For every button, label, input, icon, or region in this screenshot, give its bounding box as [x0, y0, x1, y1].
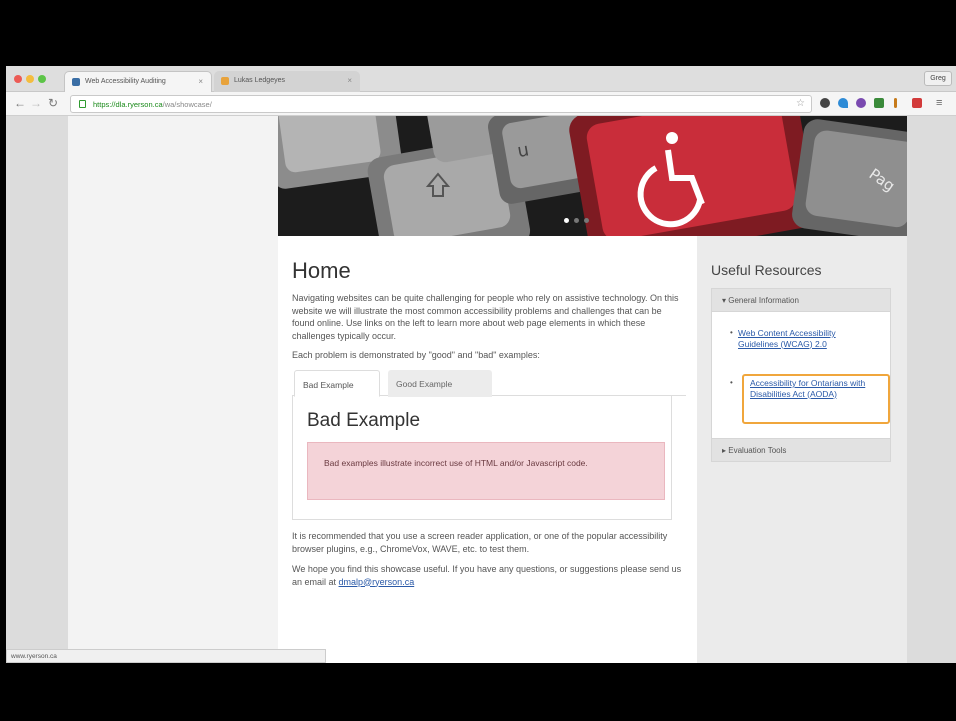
wcag-link[interactable]: Web Content Accessibility Guidelines (WC…	[738, 328, 864, 349]
reload-icon[interactable]: ↻	[48, 96, 58, 110]
main-content: Home Navigating websites can be quite ch…	[278, 236, 697, 663]
hero-banner: u Pag	[278, 116, 907, 236]
extension-icon[interactable]	[894, 98, 897, 108]
example-tabs: Bad Example Good Example	[292, 370, 686, 397]
bookmark-star-icon[interactable]: ☆	[796, 98, 805, 109]
general-information-toggle[interactable]: ▾ General Information	[711, 288, 891, 312]
lock-icon	[79, 100, 86, 108]
bad-example-alert: Bad examples illustrate incorrect use of…	[307, 442, 665, 500]
browser-window: Web Accessibility Auditing × Lukas Ledge…	[6, 66, 956, 663]
url-host: https://dla.ryerson.ca	[93, 100, 163, 109]
close-tab-icon[interactable]: ×	[347, 76, 352, 85]
carousel-dot[interactable]	[564, 218, 569, 223]
keyboard-image: u Pag	[278, 116, 907, 236]
browser-tab-inactive[interactable]: Lukas Ledgeyes ×	[214, 71, 360, 92]
browser-toolbar: ← → ↻ https://dla.ryerson.ca/wa/showcase…	[6, 92, 956, 116]
left-navigation	[68, 116, 278, 663]
browser-tab-active[interactable]: Web Accessibility Auditing ×	[64, 71, 212, 92]
link-status-bar: www.ryerson.ca	[6, 649, 326, 663]
evaluation-tools-toggle[interactable]: ▸ Evaluation Tools	[711, 438, 891, 462]
extension-icon[interactable]	[874, 98, 884, 108]
recommendation-paragraph: It is recommended that you use a screen …	[292, 531, 668, 554]
close-tab-icon[interactable]: ×	[198, 77, 203, 86]
site-favicon-icon	[72, 78, 80, 86]
browser-menu-icon[interactable]: ≡	[936, 97, 942, 109]
caret-right-icon: ▸	[722, 446, 727, 455]
page-gutter-left	[6, 116, 68, 663]
bullet-icon: •	[730, 328, 733, 337]
caret-down-icon: ▾	[722, 296, 727, 305]
browser-tab-label: Lukas Ledgeyes	[234, 77, 285, 84]
extension-icon[interactable]	[856, 98, 866, 108]
page-viewport: u Pag Home Navigating websites can be qu…	[6, 116, 956, 663]
close-window-button[interactable]	[14, 75, 22, 83]
maximize-window-button[interactable]	[38, 75, 46, 83]
back-arrow-icon[interactable]: ←	[14, 96, 26, 110]
extension-icon[interactable]	[820, 98, 830, 108]
url-path: /wa/showcase/	[162, 100, 212, 109]
video-letterbox-top	[0, 0, 956, 66]
aoda-link[interactable]: Accessibility for Ontarians with Disabil…	[750, 378, 886, 399]
carousel-dot[interactable]	[584, 218, 589, 223]
address-bar[interactable]: https://dla.ryerson.ca/wa/showcase/ ☆	[70, 95, 812, 113]
accordion-label: General Information	[728, 296, 799, 305]
bullet-icon: •	[730, 378, 733, 387]
browser-tab-label: Web Accessibility Auditing	[85, 78, 166, 85]
intro-paragraph: Navigating websites can be quite challen…	[292, 293, 679, 341]
examples-description: Each problem is demonstrated by "good" a…	[292, 350, 540, 360]
sidebar-title: Useful Resources	[711, 262, 822, 278]
site-favicon-icon	[221, 77, 229, 85]
profile-button[interactable]: Greg	[924, 71, 952, 86]
contact-paragraph: We hope you find this showcase useful. I…	[292, 563, 686, 588]
panel-title: Bad Example	[307, 410, 421, 431]
minimize-window-button[interactable]	[26, 75, 34, 83]
useful-resources-sidebar: Useful Resources ▾ General Information •…	[697, 236, 907, 663]
page-gutter-right	[907, 116, 956, 663]
page-title: Home	[292, 258, 351, 283]
accordion-label: Evaluation Tools	[728, 446, 787, 455]
forward-arrow-icon[interactable]: →	[30, 96, 42, 110]
tab-bad-example[interactable]: Bad Example	[294, 370, 380, 397]
email-link[interactable]: dmalp@ryerson.ca	[339, 577, 415, 587]
extension-icon[interactable]	[838, 98, 848, 108]
extension-icon[interactable]	[912, 98, 922, 108]
tab-good-example[interactable]: Good Example	[388, 370, 492, 397]
tab-strip: Web Accessibility Auditing × Lukas Ledge…	[6, 66, 956, 92]
video-letterbox-bottom	[0, 663, 956, 721]
tab-panel: Bad Example Bad examples illustrate inco…	[292, 396, 672, 520]
carousel-dot[interactable]	[574, 218, 579, 223]
general-information-panel: • Web Content Accessibility Guidelines (…	[711, 312, 891, 438]
